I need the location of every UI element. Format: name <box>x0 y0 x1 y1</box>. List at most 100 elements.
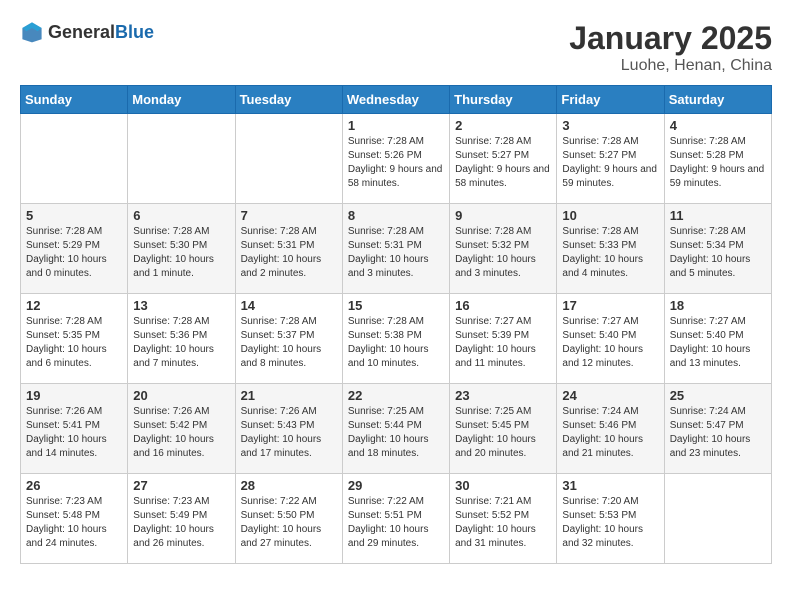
day-number: 2 <box>455 118 551 133</box>
day-info: Sunrise: 7:28 AMSunset: 5:30 PMDaylight:… <box>133 225 229 281</box>
day-number: 8 <box>348 208 444 223</box>
day-number: 14 <box>241 298 337 313</box>
weekday-header-thursday: Thursday <box>450 86 557 114</box>
calendar-cell: 24 Sunrise: 7:24 AMSunset: 5:46 PMDayligh… <box>557 384 664 474</box>
calendar-cell: 5 Sunrise: 7:28 AMSunset: 5:29 PMDaylight… <box>21 204 128 294</box>
day-info: Sunrise: 7:24 AMSunset: 5:46 PMDaylight:… <box>562 405 658 461</box>
calendar-subtitle: Luohe, Henan, China <box>569 57 772 75</box>
calendar-week-3: 12 Sunrise: 7:28 AMSunset: 5:35 PMDayligh… <box>21 294 772 384</box>
day-info: Sunrise: 7:25 AMSunset: 5:45 PMDaylight:… <box>455 405 551 461</box>
day-info: Sunrise: 7:28 AMSunset: 5:26 PMDaylight:… <box>348 135 444 191</box>
calendar-title: January 2025 <box>569 20 772 57</box>
day-number: 21 <box>241 388 337 403</box>
day-number: 22 <box>348 388 444 403</box>
calendar-cell: 31Sunrise: 7:20 AMSunset: 5:53 PMDayligh… <box>557 474 664 564</box>
day-info: Sunrise: 7:28 AMSunset: 5:31 PMDaylight:… <box>348 225 444 281</box>
day-info: Sunrise: 7:27 AMSunset: 5:39 PMDaylight:… <box>455 315 551 371</box>
day-info: Sunrise: 7:28 AMSunset: 5:32 PMDaylight:… <box>455 225 551 281</box>
day-number: 24 <box>562 388 658 403</box>
day-number: 30 <box>455 478 551 493</box>
day-info: Sunrise: 7:28 AMSunset: 5:35 PMDaylight:… <box>26 315 122 371</box>
calendar-cell <box>21 114 128 204</box>
calendar-cell: 18Sunrise: 7:27 AMSunset: 5:40 PMDayligh… <box>664 294 771 384</box>
day-number: 9 <box>455 208 551 223</box>
calendar-cell: 15 Sunrise: 7:28 AMSunset: 5:38 PMDayligh… <box>342 294 449 384</box>
day-info: Sunrise: 7:24 AMSunset: 5:47 PMDaylight:… <box>670 405 766 461</box>
title-block: January 2025 Luohe, Henan, China <box>569 20 772 75</box>
day-info: Sunrise: 7:28 AMSunset: 5:38 PMDaylight:… <box>348 315 444 371</box>
day-info: Sunrise: 7:26 AMSunset: 5:42 PMDaylight:… <box>133 405 229 461</box>
day-number: 3 <box>562 118 658 133</box>
calendar-cell: 1Sunrise: 7:28 AMSunset: 5:26 PMDaylight… <box>342 114 449 204</box>
day-number: 27 <box>133 478 229 493</box>
calendar-cell: 22Sunrise: 7:25 AMSunset: 5:44 PMDayligh… <box>342 384 449 474</box>
calendar-week-4: 19 Sunrise: 7:26 AMSunset: 5:41 PMDayligh… <box>21 384 772 474</box>
calendar-cell: 6Sunrise: 7:28 AMSunset: 5:30 PMDaylight… <box>128 204 235 294</box>
day-info: Sunrise: 7:28 AMSunset: 5:28 PMDaylight:… <box>670 135 766 191</box>
calendar-cell: 4 Sunrise: 7:28 AMSunset: 5:28 PMDaylight… <box>664 114 771 204</box>
day-info: Sunrise: 7:28 AMSunset: 5:31 PMDaylight:… <box>241 225 337 281</box>
calendar-cell: 12 Sunrise: 7:28 AMSunset: 5:35 PMDayligh… <box>21 294 128 384</box>
day-info: Sunrise: 7:26 AMSunset: 5:43 PMDaylight:… <box>241 405 337 461</box>
day-info: Sunrise: 7:27 AMSunset: 5:40 PMDaylight:… <box>562 315 658 371</box>
day-number: 7 <box>241 208 337 223</box>
day-number: 5 <box>26 208 122 223</box>
day-number: 29 <box>348 478 444 493</box>
calendar-cell: 20 Sunrise: 7:26 AMSunset: 5:42 PMDayligh… <box>128 384 235 474</box>
calendar-week-2: 5 Sunrise: 7:28 AMSunset: 5:29 PMDaylight… <box>21 204 772 294</box>
calendar-cell: 30 Sunrise: 7:21 AMSunset: 5:52 PMDayligh… <box>450 474 557 564</box>
calendar-cell: 27 Sunrise: 7:23 AMSunset: 5:49 PMDayligh… <box>128 474 235 564</box>
day-info: Sunrise: 7:28 AMSunset: 5:27 PMDaylight:… <box>562 135 658 191</box>
day-info: Sunrise: 7:28 AMSunset: 5:29 PMDaylight:… <box>26 225 122 281</box>
calendar-cell: 25 Sunrise: 7:24 AMSunset: 5:47 PMDayligh… <box>664 384 771 474</box>
day-number: 4 <box>670 118 766 133</box>
day-number: 11 <box>670 208 766 223</box>
calendar-cell: 13 Sunrise: 7:28 AMSunset: 5:36 PMDayligh… <box>128 294 235 384</box>
day-info: Sunrise: 7:22 AMSunset: 5:51 PMDaylight:… <box>348 495 444 551</box>
day-number: 20 <box>133 388 229 403</box>
day-info: Sunrise: 7:26 AMSunset: 5:41 PMDaylight:… <box>26 405 122 461</box>
calendar-cell <box>128 114 235 204</box>
day-number: 10 <box>562 208 658 223</box>
day-number: 15 <box>348 298 444 313</box>
calendar-cell: 2Sunrise: 7:28 AMSunset: 5:27 PMDaylight… <box>450 114 557 204</box>
calendar-cell: 8 Sunrise: 7:28 AMSunset: 5:31 PMDaylight… <box>342 204 449 294</box>
day-info: Sunrise: 7:27 AMSunset: 5:40 PMDaylight:… <box>670 315 766 371</box>
logo-blue: Blue <box>115 22 154 42</box>
day-number: 28 <box>241 478 337 493</box>
calendar-week-5: 26 Sunrise: 7:23 AMSunset: 5:48 PMDayligh… <box>21 474 772 564</box>
weekday-header-wednesday: Wednesday <box>342 86 449 114</box>
calendar-cell: 10Sunrise: 7:28 AMSunset: 5:33 PMDayligh… <box>557 204 664 294</box>
calendar-cell: 14Sunrise: 7:28 AMSunset: 5:37 PMDayligh… <box>235 294 342 384</box>
day-number: 13 <box>133 298 229 313</box>
day-number: 19 <box>26 388 122 403</box>
calendar-cell <box>664 474 771 564</box>
day-number: 17 <box>562 298 658 313</box>
calendar-cell: 11Sunrise: 7:28 AMSunset: 5:34 PMDayligh… <box>664 204 771 294</box>
calendar-cell: 3 Sunrise: 7:28 AMSunset: 5:27 PMDaylight… <box>557 114 664 204</box>
day-info: Sunrise: 7:23 AMSunset: 5:49 PMDaylight:… <box>133 495 229 551</box>
calendar-cell: 28 Sunrise: 7:22 AMSunset: 5:50 PMDayligh… <box>235 474 342 564</box>
day-info: Sunrise: 7:22 AMSunset: 5:50 PMDaylight:… <box>241 495 337 551</box>
logo-icon <box>20 20 44 44</box>
calendar-week-1: 1Sunrise: 7:28 AMSunset: 5:26 PMDaylight… <box>21 114 772 204</box>
logo-text: GeneralBlue <box>48 22 154 43</box>
day-number: 26 <box>26 478 122 493</box>
day-number: 23 <box>455 388 551 403</box>
day-number: 12 <box>26 298 122 313</box>
day-number: 16 <box>455 298 551 313</box>
day-info: Sunrise: 7:23 AMSunset: 5:48 PMDaylight:… <box>26 495 122 551</box>
weekday-header-friday: Friday <box>557 86 664 114</box>
weekday-header-row: SundayMondayTuesdayWednesdayThursdayFrid… <box>21 86 772 114</box>
day-number: 25 <box>670 388 766 403</box>
calendar-cell: 26 Sunrise: 7:23 AMSunset: 5:48 PMDayligh… <box>21 474 128 564</box>
day-info: Sunrise: 7:21 AMSunset: 5:52 PMDaylight:… <box>455 495 551 551</box>
calendar-cell <box>235 114 342 204</box>
calendar-cell: 23 Sunrise: 7:25 AMSunset: 5:45 PMDayligh… <box>450 384 557 474</box>
calendar-cell: 19 Sunrise: 7:26 AMSunset: 5:41 PMDayligh… <box>21 384 128 474</box>
weekday-header-monday: Monday <box>128 86 235 114</box>
day-info: Sunrise: 7:28 AMSunset: 5:36 PMDaylight:… <box>133 315 229 371</box>
calendar-table: SundayMondayTuesdayWednesdayThursdayFrid… <box>20 85 772 564</box>
weekday-header-sunday: Sunday <box>21 86 128 114</box>
weekday-header-saturday: Saturday <box>664 86 771 114</box>
